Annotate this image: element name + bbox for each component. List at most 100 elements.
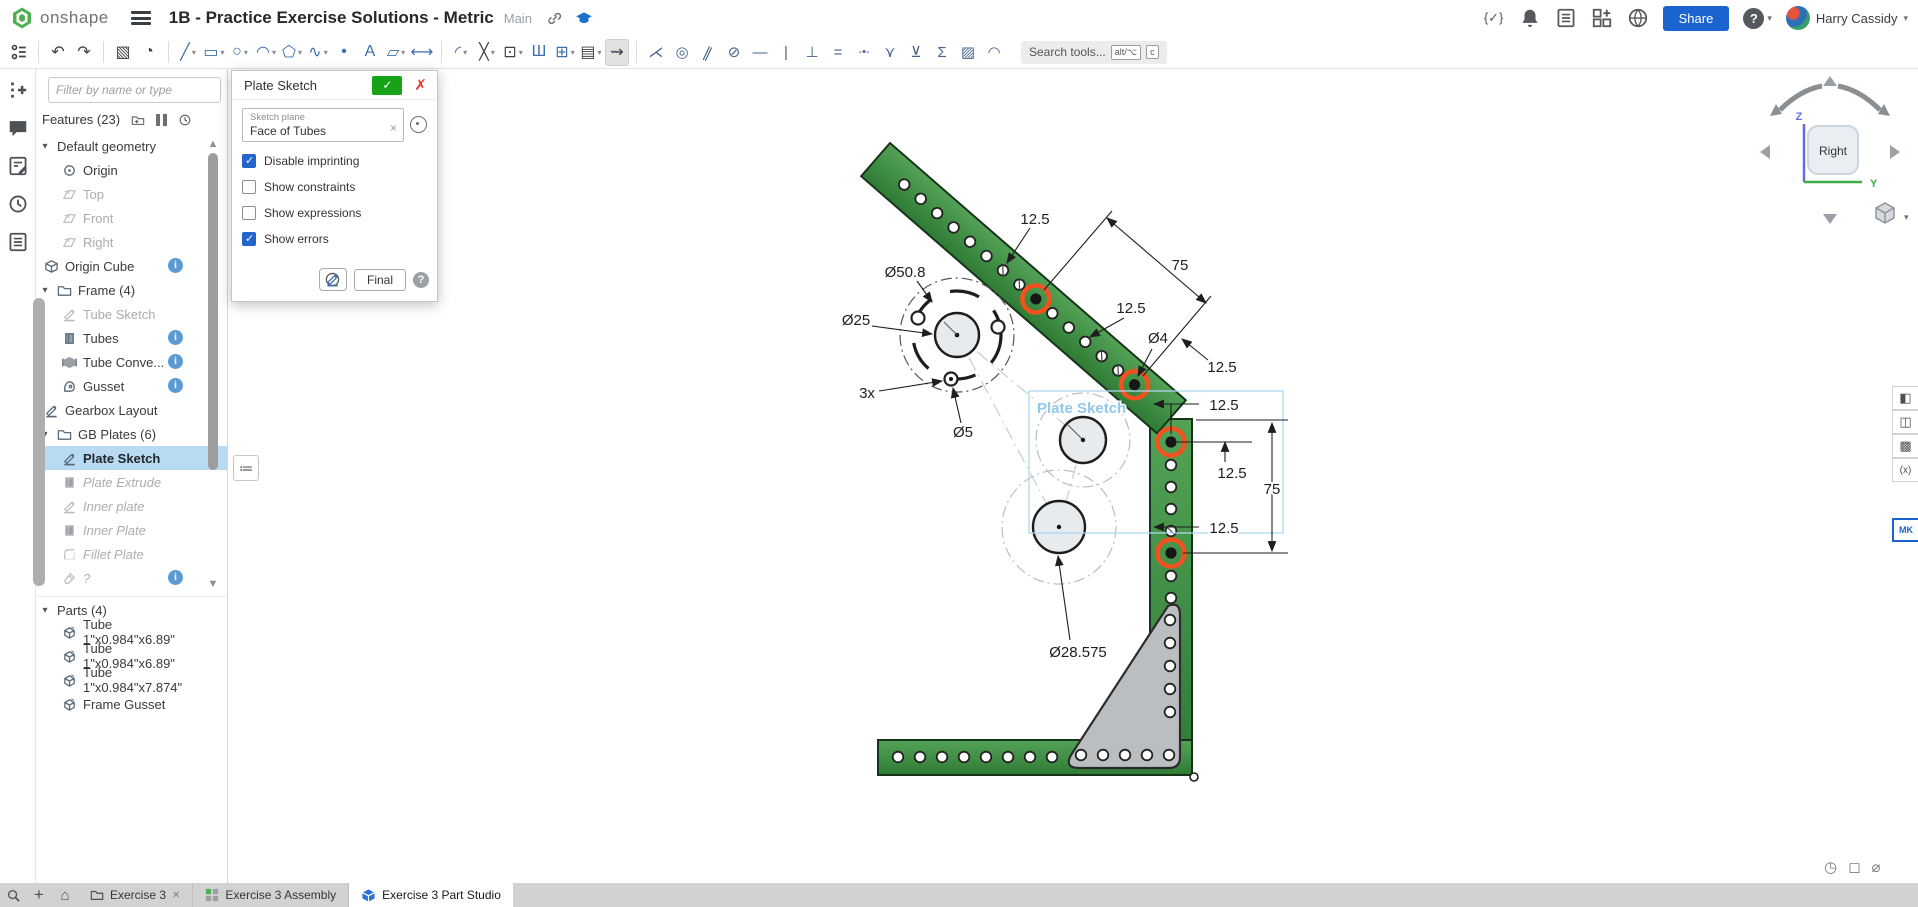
sketch-plane-field[interactable]: Sketch plane Face of Tubes × (242, 108, 404, 142)
dim-label[interactable]: 75 (1172, 257, 1189, 274)
rotate-right-arrow-icon[interactable] (1890, 145, 1900, 159)
clear-selection-icon[interactable]: × (390, 121, 397, 135)
feature-list-collapse-button[interactable]: ≔ (233, 455, 259, 481)
sketch-endpoint[interactable] (1190, 773, 1198, 781)
polygon-tool[interactable]: ⬠▾ (280, 39, 304, 66)
import-dxf-tool[interactable]: ▤▾ (579, 39, 603, 66)
feature-item-inner-plate-sketch[interactable]: Inner plate (36, 494, 227, 518)
dialog-help-icon[interactable]: ? (413, 272, 429, 288)
close-icon[interactable]: ✕ (172, 890, 180, 901)
part-item-tube-3[interactable]: Tube 1"x0.984"x7.874" (36, 668, 227, 692)
normal-constraint-icon[interactable]: ⊻ (904, 39, 928, 66)
feature-item-origin-cube[interactable]: Origin Cube i (36, 254, 227, 278)
horizontal-constraint-icon[interactable]: — (748, 39, 772, 66)
filter-input[interactable] (48, 77, 221, 103)
dim-label[interactable]: Ø50.8 (885, 264, 926, 281)
feature-folder-gb-plates[interactable]: ▾ GB Plates (6) (36, 422, 227, 446)
feature-item-default-geometry[interactable]: ▾ Default geometry (36, 134, 227, 158)
view-cube[interactable]: Right Z Y ▾ (1742, 62, 1918, 237)
mate-connector-icon[interactable] (410, 116, 427, 133)
cancel-button[interactable]: ✗ (410, 76, 431, 94)
info-icon[interactable]: i (168, 258, 183, 273)
symmetric-constraint-icon[interactable]: ⋎ (878, 39, 902, 66)
use-project-tool[interactable]: Ш (527, 39, 551, 66)
midpoint-constraint-icon[interactable]: -•- (852, 39, 876, 66)
render-performance-icon[interactable]: ◷ (1824, 858, 1837, 876)
feature-item-unknown[interactable]: ? i (36, 566, 227, 590)
chevron-down-icon[interactable]: ▾ (39, 285, 51, 296)
checkbox-show-constraints[interactable]: Show constraints (242, 180, 427, 194)
tab-exercise-3-folder[interactable]: Exercise 3 ✕ (78, 883, 193, 907)
concentric-constraint-icon[interactable]: ◎ (670, 39, 694, 66)
comment-icon[interactable] (7, 117, 29, 139)
onshape-logo[interactable]: onshape (10, 6, 109, 30)
account-menu[interactable]: Harry Cassidy ▾ (1786, 6, 1908, 30)
feature-item-tube-sketch[interactable]: Tube Sketch (36, 302, 227, 326)
dim-label[interactable]: 3x (859, 385, 875, 402)
info-icon[interactable]: i (168, 330, 183, 345)
section-view-icon[interactable]: ◫ (1892, 410, 1918, 434)
dim-label[interactable]: Ø25 (842, 312, 870, 329)
release-notes-icon[interactable] (7, 155, 29, 177)
checkbox-show-errors[interactable]: Show errors (242, 232, 427, 246)
info-icon[interactable]: i (168, 354, 183, 369)
rotate-right-icon[interactable] (1838, 86, 1880, 110)
chevron-down-icon[interactable]: ▾ (39, 141, 51, 152)
feature-item-tube-convert[interactable]: Tube Conve... i (36, 350, 227, 374)
copy-paste-tool[interactable]: ⊡▾ (501, 39, 525, 66)
rotate-left-icon[interactable] (1780, 86, 1822, 110)
circle-tool[interactable]: ○▾ (228, 39, 252, 66)
redo-button[interactable]: ↷ (72, 39, 96, 66)
new-folder-icon[interactable] (130, 113, 146, 127)
notifications-bell-icon[interactable] (1519, 7, 1541, 29)
rectangle-tool[interactable]: ▭▾ (202, 39, 226, 66)
dim-label[interactable]: 12.5 (1209, 397, 1238, 414)
dim-label[interactable]: Ø5 (953, 424, 973, 441)
sketch-preview-button[interactable] (319, 268, 347, 291)
sketch-pattern-icon[interactable]: Σ (930, 39, 954, 66)
dim-label[interactable]: 12.5 (1020, 211, 1049, 228)
feature-item-gusset[interactable]: Gusset i (36, 374, 227, 398)
scroll-up-icon[interactable]: ▲ (206, 138, 220, 150)
task-panel-icon[interactable] (7, 231, 29, 253)
search-tabs-icon[interactable] (0, 883, 26, 907)
dimension-tool[interactable]: ⟷ (410, 39, 434, 66)
perpendicular-constraint-icon[interactable]: ⊥ (800, 39, 824, 66)
feature-item-inner-plate[interactable]: Inner Plate (36, 518, 227, 542)
pattern-tool[interactable]: ⊞▾ (553, 39, 577, 66)
history-icon[interactable] (7, 193, 29, 215)
undo-button[interactable]: ↶ (46, 39, 70, 66)
education-icon[interactable] (575, 9, 593, 27)
feature-item-front-plane[interactable]: Front (36, 206, 227, 230)
info-icon[interactable]: i (168, 570, 183, 585)
share-button[interactable]: Share (1663, 6, 1730, 31)
variables-panel-icon[interactable]: (x) (1892, 458, 1918, 482)
appearance-panel-icon[interactable]: ◧ (1892, 386, 1918, 410)
dim-label[interactable]: 75 (1264, 481, 1281, 498)
slot-tool[interactable]: ▱▾ (384, 39, 408, 66)
text-tool[interactable]: A (358, 39, 382, 66)
view-options-icon[interactable]: ▾ (1876, 203, 1909, 223)
insert-icon[interactable] (7, 79, 29, 101)
suppress-rollback-icon[interactable] (156, 114, 167, 126)
rotate-up-icon[interactable] (1823, 76, 1837, 86)
revolve-icon[interactable]: ◔ (137, 39, 161, 66)
rollback-history-icon[interactable] (177, 113, 193, 127)
exploded-view-icon[interactable]: ▩ (1892, 434, 1918, 458)
feature-item-gearbox-layout[interactable]: Gearbox Layout (36, 398, 227, 422)
dim-label[interactable]: 12.5 (1116, 300, 1145, 317)
vertical-constraint-icon[interactable]: | (774, 39, 798, 66)
tab-exercise-3-part-studio[interactable]: Exercise 3 Part Studio (349, 883, 513, 907)
accept-button[interactable]: ✓ (372, 76, 402, 95)
checkbox-disable-imprinting[interactable]: Disable imprinting (242, 154, 427, 168)
units-icon[interactable]: ⌀ (1872, 858, 1881, 876)
feature-folder-frame[interactable]: ▾ Frame (4) (36, 278, 227, 302)
equal-constraint-icon[interactable]: = (826, 39, 850, 66)
gear-small[interactable] (1002, 470, 1116, 584)
dim-label[interactable]: Ø28.575 (1049, 644, 1107, 661)
rotate-left-arrow-icon[interactable] (1760, 145, 1770, 159)
feature-item-origin[interactable]: Origin (36, 158, 227, 182)
share-link-icon[interactable] (546, 10, 563, 27)
tangent-constraint-icon[interactable]: ⊘ (722, 39, 746, 66)
checkbox-show-expressions[interactable]: Show expressions (242, 206, 427, 220)
